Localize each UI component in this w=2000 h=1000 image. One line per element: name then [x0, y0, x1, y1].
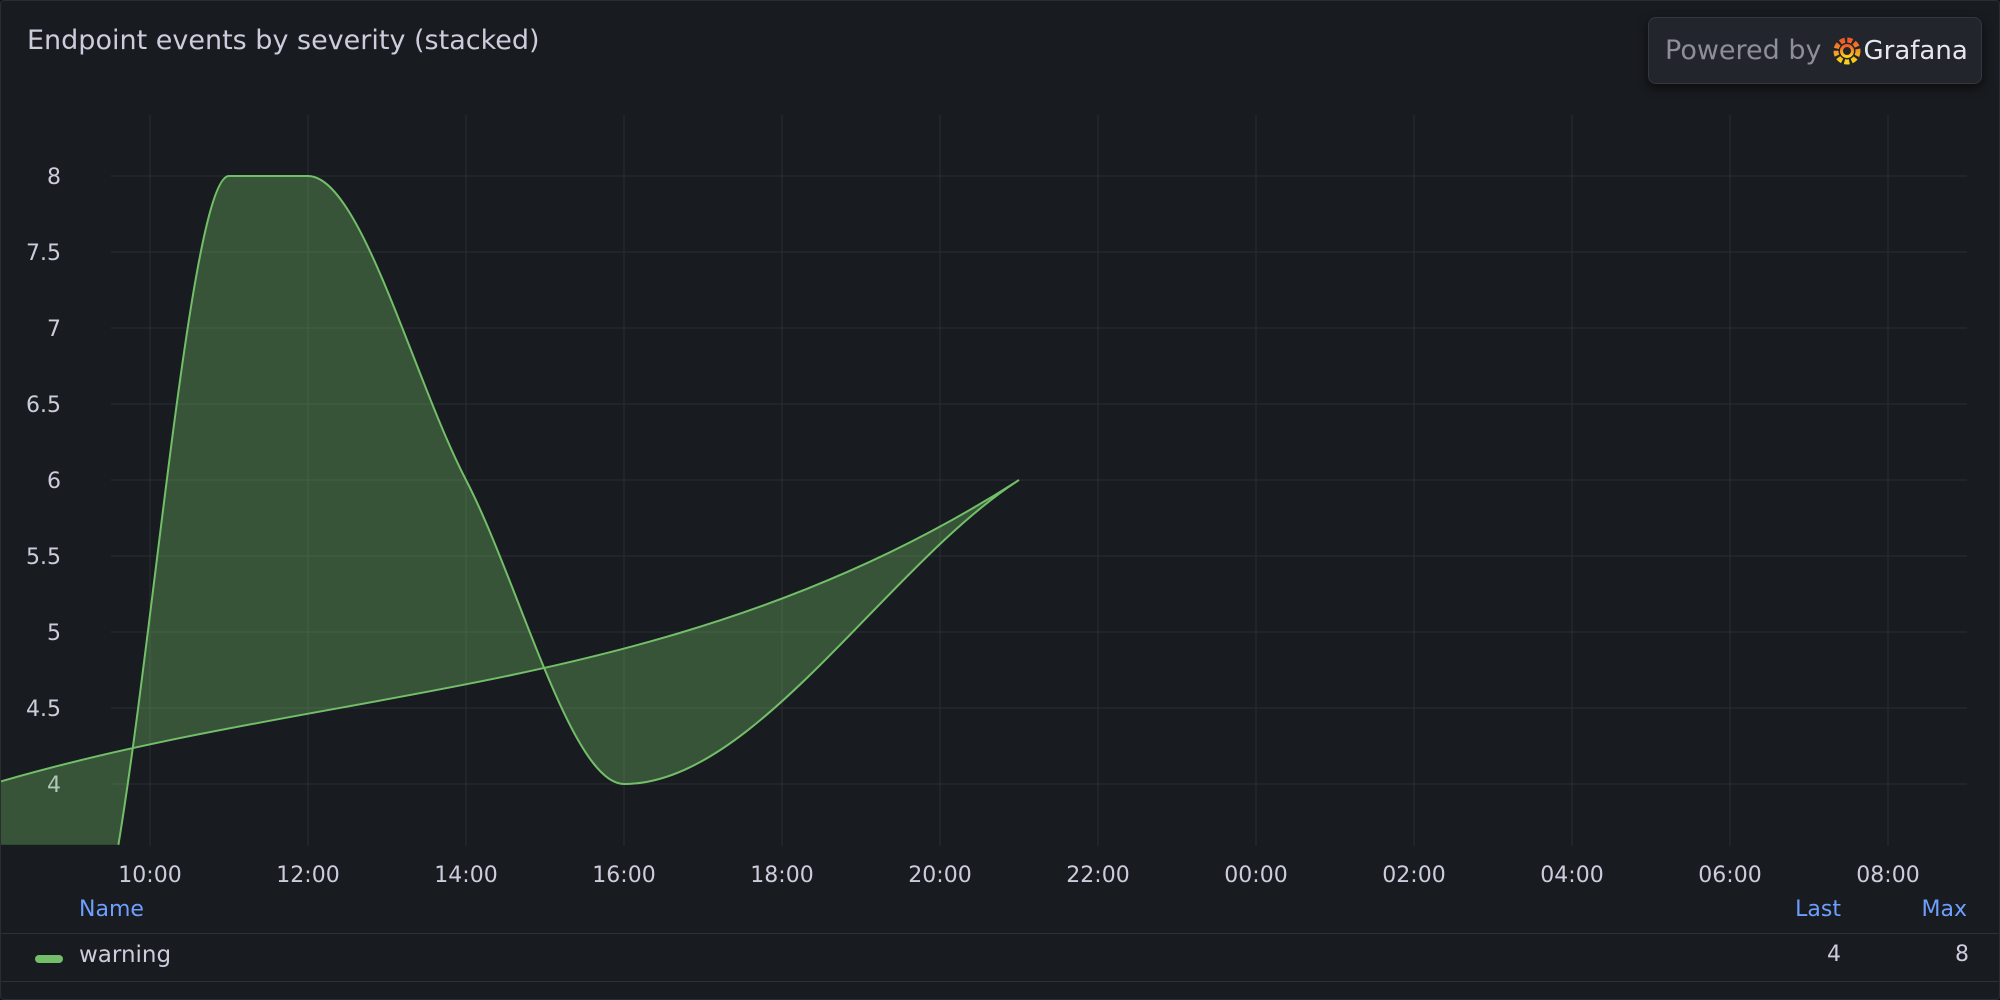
y-tick-label: 5 [47, 621, 61, 646]
y-tick-label: 4.5 [26, 697, 61, 722]
y-tick-label: 7 [47, 317, 61, 342]
x-tick-label: 02:00 [1382, 863, 1445, 888]
legend-column-name[interactable]: Name [79, 897, 144, 922]
legend-row[interactable]: warning 4 8 [1, 934, 1999, 982]
y-tick-label: 7.5 [26, 241, 61, 266]
y-tick-label: 6 [47, 469, 61, 494]
panel: Endpoint events by severity (stacked) Po… [0, 0, 2000, 1000]
x-tick-label: 22:00 [1066, 863, 1129, 888]
legend-series-name[interactable]: warning [79, 942, 171, 968]
x-tick-label: 08:00 [1856, 863, 1919, 888]
x-tick-label: 20:00 [908, 863, 971, 888]
x-tick-label: 14:00 [434, 863, 497, 888]
y-tick-label: 8 [47, 165, 61, 190]
series-color-swatch [35, 955, 63, 963]
legend-header: Name Last Max [1, 891, 1999, 934]
series-warning-line [1, 175, 1020, 845]
y-tick-label: 5.5 [26, 545, 61, 570]
x-tick-label: 10:00 [118, 863, 181, 888]
x-tick-label: 18:00 [750, 863, 813, 888]
x-tick-label: 00:00 [1224, 863, 1287, 888]
y-tick-label: 6.5 [26, 393, 61, 418]
x-tick-label: 12:00 [276, 863, 339, 888]
legend-last-value: 4 [1827, 942, 1841, 967]
legend-column-last[interactable]: Last [1795, 897, 1841, 922]
legend-column-max[interactable]: Max [1922, 897, 1967, 922]
time-series-chart[interactable]: 44.555.566.577.5810:00 12:00 14:00 16:00 18:… [1, 1, 1999, 891]
x-tick-label: 16:00 [592, 863, 655, 888]
legend-max-value: 8 [1955, 942, 1969, 967]
x-tick-label: 06:00 [1698, 863, 1761, 888]
x-tick-label: 04:00 [1540, 863, 1603, 888]
